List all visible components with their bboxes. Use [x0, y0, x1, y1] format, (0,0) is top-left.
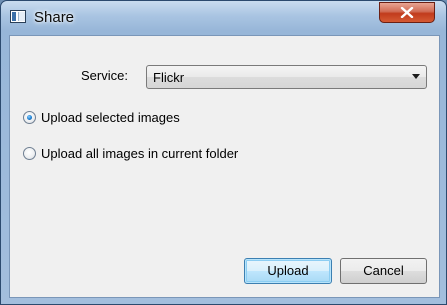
window-title: Share [34, 9, 75, 26]
dialog-body: Service: Flickr Upload selected images U… [9, 35, 440, 298]
radio-dot-icon [27, 115, 32, 120]
radio-label-upload-selected[interactable]: Upload selected images [41, 110, 180, 125]
radio-button-unselected[interactable] [23, 147, 36, 160]
title-bar[interactable]: Share [1, 1, 446, 35]
cancel-button[interactable]: Cancel [340, 258, 427, 284]
service-label: Service: [81, 68, 128, 83]
radio-label-upload-all[interactable]: Upload all images in current folder [41, 146, 238, 161]
service-selected-value: Flickr [153, 70, 185, 85]
service-select[interactable]: Flickr [146, 65, 427, 89]
upload-button[interactable]: Upload [244, 258, 332, 284]
share-dialog: Share Service: Flickr Upload selected im… [0, 0, 447, 305]
app-window-icon [10, 10, 26, 23]
radio-button-selected[interactable] [23, 111, 36, 124]
chevron-down-icon [412, 74, 420, 79]
close-button[interactable] [379, 2, 435, 23]
close-icon [400, 7, 414, 18]
